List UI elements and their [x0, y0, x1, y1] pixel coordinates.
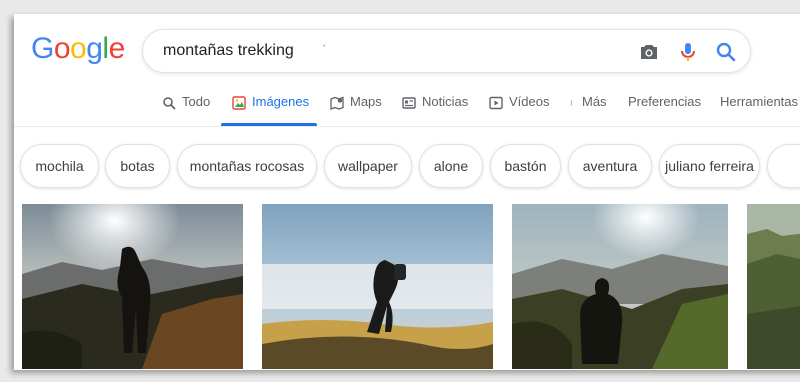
tab-more[interactable]: Más [570, 94, 607, 124]
search-input[interactable]: montañas trekking [163, 42, 294, 60]
tab-preferences[interactable]: Preferencias [628, 94, 701, 124]
chip[interactable]: bastón [490, 144, 561, 188]
map-icon [330, 96, 344, 110]
tab-label: Preferencias [628, 94, 701, 109]
text-cursor: ' [323, 42, 326, 56]
chip[interactable]: montañas rocosas [177, 144, 317, 188]
related-chips: mochila botas montañas rocosas wallpaper… [14, 144, 800, 188]
image-icon [232, 96, 246, 110]
more-vert-icon [570, 100, 572, 106]
search-tabs: Todo Imágenes Maps Noticias Vídeos Más P… [14, 94, 800, 124]
image-result[interactable] [262, 204, 493, 369]
chip[interactable]: aventura [568, 144, 652, 188]
tab-label: Vídeos [509, 94, 550, 109]
tab-tools[interactable]: Herramientas [720, 94, 798, 124]
chip[interactable]: juliano ferreira [659, 144, 760, 188]
tab-label: Herramientas [720, 94, 799, 109]
image-result[interactable] [747, 204, 800, 369]
chip[interactable]: alone [419, 144, 483, 188]
tab-label: Todo [182, 94, 211, 109]
chip[interactable]: botas [105, 144, 170, 188]
video-icon [489, 96, 503, 110]
image-result[interactable] [22, 204, 243, 369]
search-icon [163, 97, 176, 110]
news-icon [402, 97, 416, 109]
tab-videos[interactable]: Vídeos [489, 94, 549, 124]
tab-label: Noticias [422, 94, 469, 109]
chip[interactable]: mochila [20, 144, 99, 188]
search-box[interactable]: montañas trekking ' [142, 29, 751, 73]
tab-maps[interactable]: Maps [330, 94, 382, 124]
chip-partial[interactable] [767, 144, 800, 188]
microphone-icon[interactable] [676, 40, 700, 64]
search-icon[interactable] [714, 40, 738, 64]
divider [14, 126, 800, 127]
tab-all[interactable]: Todo [162, 94, 210, 124]
browser-page: Google montañas trekking ' Todo Imágenes… [14, 14, 800, 370]
tab-label: Más [582, 94, 607, 109]
tab-label: Maps [350, 94, 382, 109]
camera-icon[interactable] [637, 40, 661, 64]
image-result[interactable] [512, 204, 728, 369]
chip[interactable]: wallpaper [324, 144, 412, 188]
tab-label: Imágenes [252, 94, 310, 109]
google-logo[interactable]: Google [31, 32, 125, 66]
tab-images[interactable]: Imágenes [232, 94, 309, 124]
tab-news[interactable]: Noticias [402, 94, 468, 124]
